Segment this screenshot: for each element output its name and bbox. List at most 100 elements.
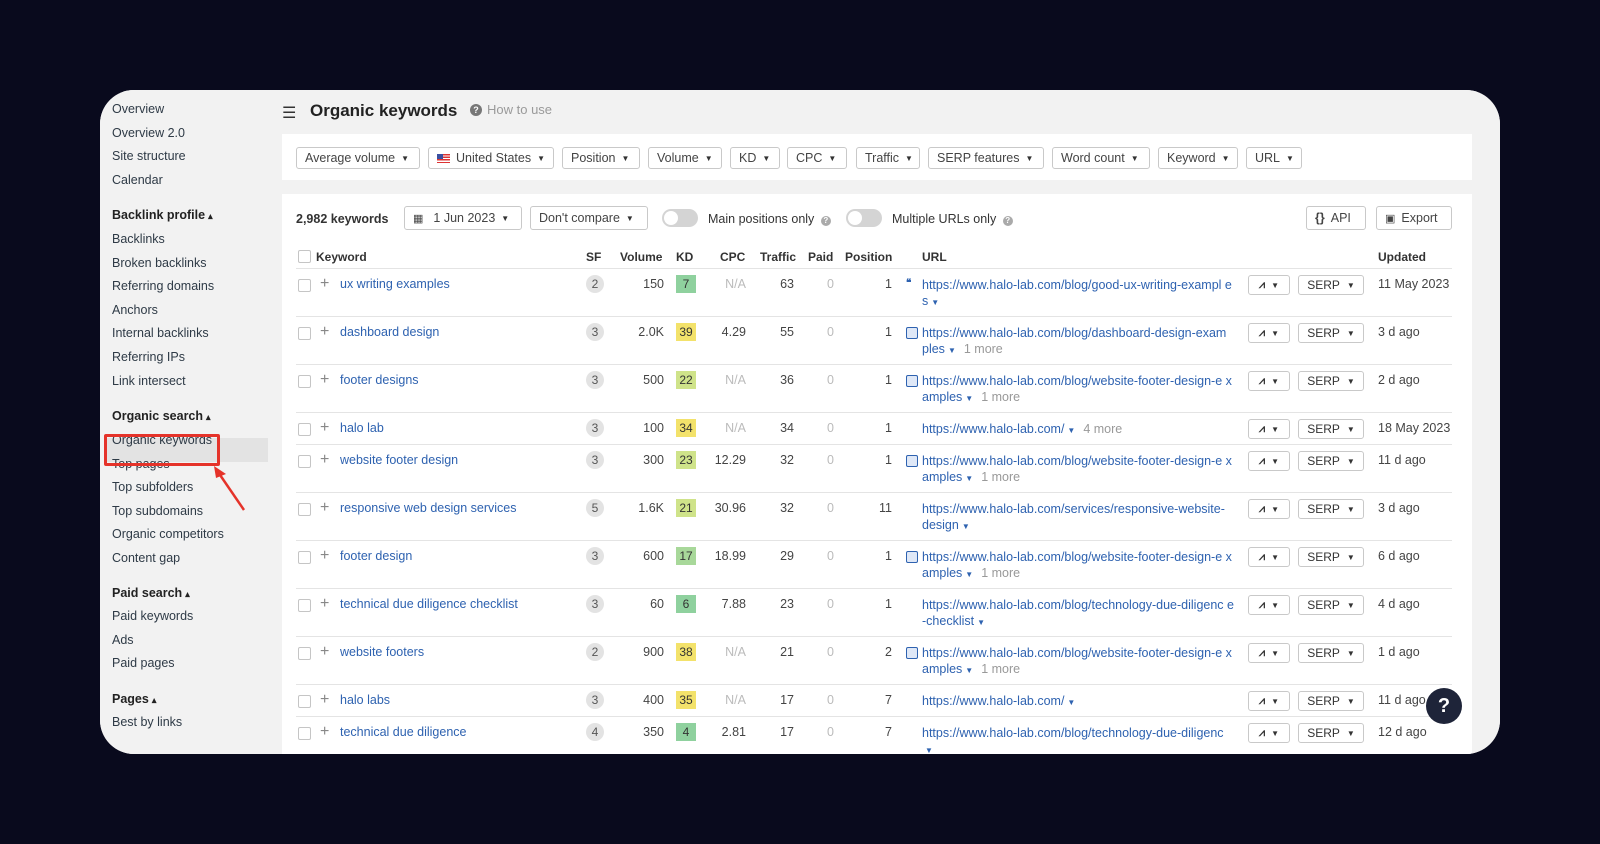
filter-serp-features[interactable]: SERP features ▼ xyxy=(928,147,1044,169)
more-urls-link[interactable]: 4 more xyxy=(1083,422,1122,436)
trend-chart-button[interactable]: ⩘ ▼ xyxy=(1248,371,1290,391)
sidebar-item-top-subdomains[interactable]: Top subdomains xyxy=(112,504,203,518)
keyword-link[interactable]: website footer design xyxy=(340,453,458,467)
add-keyword-plus-icon[interactable]: + xyxy=(320,324,329,340)
url-link[interactable]: https://www.halo-lab.com/blog/website-fo… xyxy=(922,549,1234,583)
trend-chart-button[interactable]: ⩘ ▼ xyxy=(1248,451,1290,471)
sidebar-section-backlink-profile[interactable]: Backlink profile ▴ xyxy=(112,208,213,222)
serp-features-count[interactable]: 4 xyxy=(586,723,604,741)
column-header-updated[interactable]: Updated xyxy=(1378,250,1426,264)
hamburger-menu-icon[interactable]: ☰ xyxy=(282,103,296,123)
chevron-down-icon[interactable]: ▼ xyxy=(965,394,973,403)
serp-features-count[interactable]: 3 xyxy=(586,419,604,437)
sidebar-section-organic-search[interactable]: Organic search ▴ xyxy=(112,409,211,423)
trend-chart-button[interactable]: ⩘ ▼ xyxy=(1248,643,1290,663)
serp-features-count[interactable]: 3 xyxy=(586,371,604,389)
serp-features-count[interactable]: 2 xyxy=(586,643,604,661)
sidebar-item-overview[interactable]: Overview xyxy=(112,102,164,116)
more-urls-link[interactable]: 1 more xyxy=(981,470,1020,484)
keyword-link[interactable]: ux writing examples xyxy=(340,277,450,291)
chevron-down-icon[interactable]: ▼ xyxy=(965,474,973,483)
filter-url[interactable]: URL ▼ xyxy=(1246,147,1302,169)
keyword-link[interactable]: technical due diligence checklist xyxy=(340,597,518,611)
more-urls-link[interactable]: 1 more xyxy=(981,390,1020,404)
sidebar-item-backlinks[interactable]: Backlinks xyxy=(112,232,165,246)
row-checkbox[interactable] xyxy=(298,279,311,292)
filter-kd[interactable]: KD ▼ xyxy=(730,147,780,169)
keyword-link[interactable]: halo lab xyxy=(340,421,384,435)
add-keyword-plus-icon[interactable]: + xyxy=(320,548,329,564)
select-all-checkbox[interactable] xyxy=(298,250,311,263)
serp-button[interactable]: SERP ▼ xyxy=(1298,723,1364,743)
column-header-cpc[interactable]: CPC xyxy=(720,250,745,264)
sidebar-item-referring-ips[interactable]: Referring IPs xyxy=(112,350,185,364)
chevron-down-icon[interactable]: ▼ xyxy=(925,746,933,754)
chevron-down-icon[interactable]: ▼ xyxy=(962,522,970,531)
column-header-sf[interactable]: SF xyxy=(586,250,601,264)
url-link[interactable]: https://www.halo-lab.com/blog/good-ux-wr… xyxy=(922,277,1234,311)
sidebar-item-organic-competitors[interactable]: Organic competitors xyxy=(112,527,224,541)
more-urls-link[interactable]: 1 more xyxy=(981,662,1020,676)
more-urls-link[interactable]: 1 more xyxy=(964,342,1003,356)
add-keyword-plus-icon[interactable]: + xyxy=(320,724,329,740)
row-checkbox[interactable] xyxy=(298,503,311,516)
add-keyword-plus-icon[interactable]: + xyxy=(320,452,329,468)
sidebar-section-paid-search[interactable]: Paid search ▴ xyxy=(112,586,190,600)
add-keyword-plus-icon[interactable]: + xyxy=(320,276,329,292)
filter-word-count[interactable]: Word count ▼ xyxy=(1052,147,1150,169)
filter-cpc[interactable]: CPC ▼ xyxy=(787,147,847,169)
trend-chart-button[interactable]: ⩘ ▼ xyxy=(1248,547,1290,567)
row-checkbox[interactable] xyxy=(298,375,311,388)
add-keyword-plus-icon[interactable]: + xyxy=(320,644,329,660)
serp-features-count[interactable]: 3 xyxy=(586,691,604,709)
sidebar-item-link-intersect[interactable]: Link intersect xyxy=(112,374,186,388)
url-link[interactable]: https://www.halo-lab.com/services/respon… xyxy=(922,501,1234,535)
add-keyword-plus-icon[interactable]: + xyxy=(320,500,329,516)
sidebar-item-best-by-links[interactable]: Best by links xyxy=(112,715,182,729)
serp-features-count[interactable]: 2 xyxy=(586,275,604,293)
chevron-down-icon[interactable]: ▼ xyxy=(1067,698,1075,707)
url-link[interactable]: https://www.halo-lab.com/blog/website-fo… xyxy=(922,453,1234,487)
api-button[interactable]: {} API xyxy=(1306,206,1366,230)
chevron-down-icon[interactable]: ▼ xyxy=(931,298,939,307)
trend-chart-button[interactable]: ⩘ ▼ xyxy=(1248,691,1290,711)
sidebar-item-content-gap[interactable]: Content gap xyxy=(112,551,180,565)
filter-position[interactable]: Position ▼ xyxy=(562,147,640,169)
row-checkbox[interactable] xyxy=(298,551,311,564)
filter-keyword[interactable]: Keyword ▼ xyxy=(1158,147,1238,169)
serp-button[interactable]: SERP ▼ xyxy=(1298,323,1364,343)
keyword-link[interactable]: footer designs xyxy=(340,373,419,387)
row-checkbox[interactable] xyxy=(298,647,311,660)
serp-features-count[interactable]: 3 xyxy=(586,595,604,613)
row-checkbox[interactable] xyxy=(298,599,311,612)
serp-features-count[interactable]: 3 xyxy=(586,547,604,565)
help-button[interactable]: ? xyxy=(1426,688,1462,724)
how-to-use-link[interactable]: ? How to use xyxy=(470,102,552,117)
add-keyword-plus-icon[interactable]: + xyxy=(320,596,329,612)
main-positions-toggle[interactable] xyxy=(662,209,698,227)
trend-chart-button[interactable]: ⩘ ▼ xyxy=(1248,323,1290,343)
column-header-paid[interactable]: Paid xyxy=(808,250,833,264)
column-header-traffic[interactable]: Traffic xyxy=(760,250,796,264)
row-checkbox[interactable] xyxy=(298,423,311,436)
add-keyword-plus-icon[interactable]: + xyxy=(320,420,329,436)
column-header-kd[interactable]: KD xyxy=(676,250,693,264)
serp-button[interactable]: SERP ▼ xyxy=(1298,419,1364,439)
chevron-down-icon[interactable]: ▼ xyxy=(965,666,973,675)
compare-dropdown[interactable]: Don't compare ▼ xyxy=(530,206,648,230)
row-checkbox[interactable] xyxy=(298,727,311,740)
serp-features-count[interactable]: 3 xyxy=(586,451,604,469)
filter-traffic[interactable]: Traffic ▼ xyxy=(856,147,920,169)
url-link[interactable]: https://www.halo-lab.com/▼ xyxy=(922,693,1234,711)
serp-button[interactable]: SERP ▼ xyxy=(1298,643,1364,663)
url-link[interactable]: https://www.halo-lab.com/blog/technology… xyxy=(922,725,1234,754)
chevron-down-icon[interactable]: ▼ xyxy=(965,570,973,579)
url-link[interactable]: https://www.halo-lab.com/blog/dashboard-… xyxy=(922,325,1234,359)
url-link[interactable]: https://www.halo-lab.com/blog/website-fo… xyxy=(922,373,1234,407)
date-picker[interactable]: ▦ 1 Jun 2023 ▼ xyxy=(404,206,522,230)
url-link[interactable]: https://www.halo-lab.com/blog/website-fo… xyxy=(922,645,1234,679)
keyword-link[interactable]: dashboard design xyxy=(340,325,439,339)
sidebar-item-top-subfolders[interactable]: Top subfolders xyxy=(112,480,193,494)
row-checkbox[interactable] xyxy=(298,327,311,340)
sidebar-section-pages[interactable]: Pages ▴ xyxy=(112,692,156,706)
